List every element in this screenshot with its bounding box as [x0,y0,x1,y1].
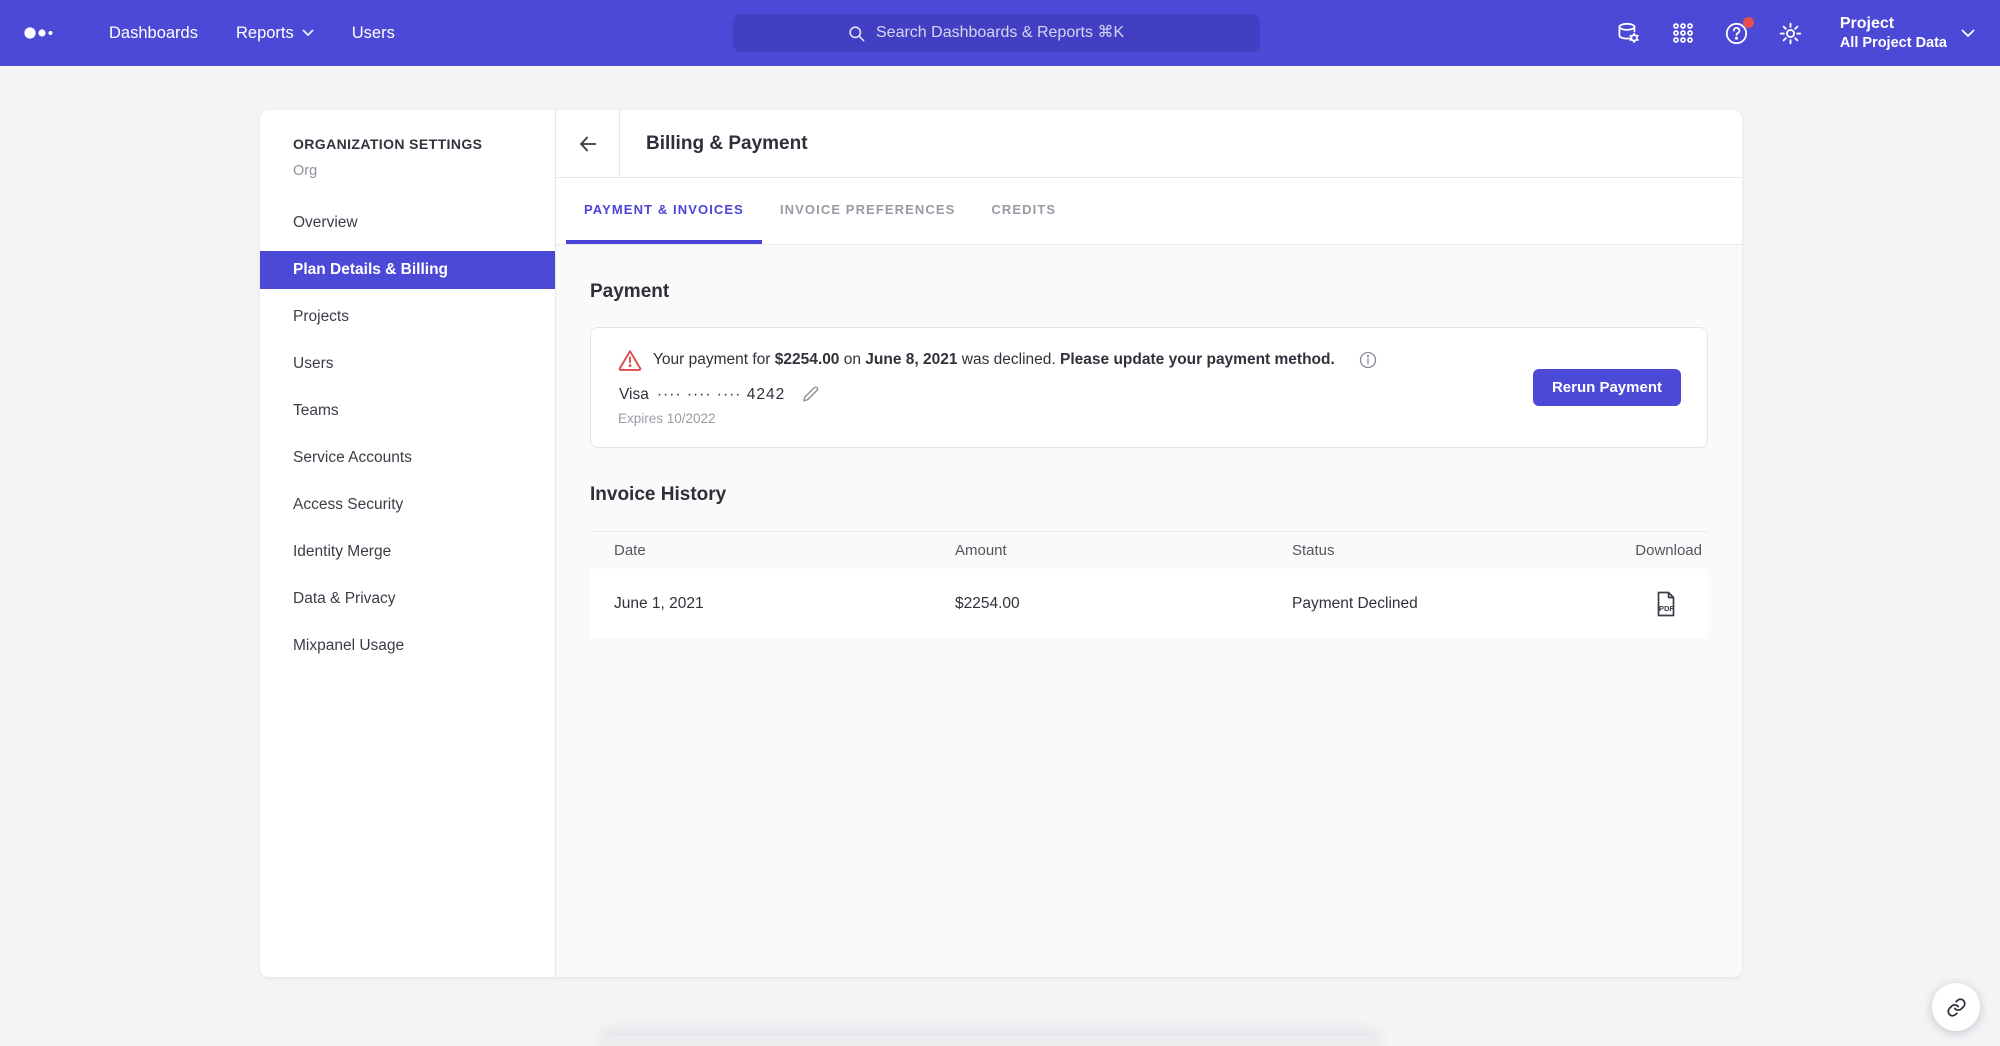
pencil-icon [801,385,820,404]
notification-dot [1743,17,1754,28]
nav-item-users[interactable]: Users [352,24,395,43]
info-icon [1358,350,1378,370]
svg-text:PDF: PDF [1659,604,1674,613]
alert-amount: $2254.00 [775,351,840,368]
arrow-left-icon [577,133,599,155]
sidebar-nav: Overview Plan Details & Billing Projects… [260,204,555,674]
database-gear-icon [1616,21,1641,46]
tab-payment-invoices[interactable]: PAYMENT & INVOICES [566,178,762,244]
sidebar-item-access-security[interactable]: Access Security [260,486,555,524]
navbar-left: Dashboards Reports Users [0,21,414,45]
search-input[interactable] [876,24,1146,42]
nav-item-reports-label: Reports [236,24,294,43]
mixpanel-logo-icon[interactable] [22,21,62,45]
page-title: Billing & Payment [646,133,808,155]
nav-item-dashboards[interactable]: Dashboards [109,24,198,43]
tab-invoice-preferences[interactable]: INVOICE PREFERENCES [762,178,973,244]
pdf-file-icon: PDF [1654,590,1678,618]
card-brand: Visa [619,386,649,404]
sidebar-item-overview[interactable]: Overview [260,204,555,242]
tab-credits[interactable]: CREDITS [973,178,1074,244]
nav-item-reports[interactable]: Reports [236,24,314,43]
invoice-date: June 1, 2021 [590,595,955,613]
chevron-down-icon [1961,29,1975,38]
alert-message: Your payment for $2254.00 on June 8, 202… [653,351,1335,369]
invoice-table-header: Date Amount Status Download [590,531,1708,569]
alert-cta-text: Please update your payment method. [1060,351,1335,368]
top-navbar: Dashboards Reports Users [0,0,2000,66]
sidebar-item-users[interactable]: Users [260,345,555,383]
sidebar-item-identity-merge[interactable]: Identity Merge [260,533,555,571]
billing-main: Billing & Payment PAYMENT & INVOICES INV… [556,110,1742,977]
alert-text-part: Your payment for [653,351,775,368]
alert-info-button[interactable] [1358,350,1378,370]
settings-button[interactable] [1778,20,1804,46]
sidebar-item-data-privacy[interactable]: Data & Privacy [260,580,555,618]
alert-text-part: on [839,351,865,368]
nav-item-dashboards-label: Dashboards [109,24,198,43]
bottom-sheet-shadow [600,1036,1380,1046]
global-search[interactable] [733,14,1260,52]
nav-item-users-label: Users [352,24,395,43]
link-icon [1946,997,1967,1018]
sidebar-item-service-accounts[interactable]: Service Accounts [260,439,555,477]
alert-text-part: was declined. [958,351,1061,368]
edit-payment-method-button[interactable] [801,385,820,404]
back-button[interactable] [556,110,620,177]
gear-icon [1778,21,1803,46]
column-header-date: Date [590,542,955,559]
navbar-right: Project All Project Data [1616,0,1975,66]
payment-method-row: Visa ···· ···· ···· 4242 [619,385,1681,404]
sidebar-item-teams[interactable]: Teams [260,392,555,430]
project-switcher[interactable]: Project All Project Data [1840,14,1975,52]
help-button[interactable] [1724,20,1750,46]
settings-card: ORGANIZATION SETTINGS Org Overview Plan … [260,110,1742,977]
download-pdf-button[interactable]: PDF [1654,590,1678,618]
invoice-history-title: Invoice History [590,484,1708,506]
sidebar-item-projects[interactable]: Projects [260,298,555,336]
warning-icon [618,349,642,371]
card-expiry: Expires 10/2022 [618,411,1681,426]
share-link-button[interactable] [1932,983,1980,1031]
project-switcher-text: Project All Project Data [1840,14,1947,52]
invoice-amount: $2254.00 [955,595,1292,613]
billing-tabs: PAYMENT & INVOICES INVOICE PREFERENCES C… [556,178,1742,245]
sidebar-item-mixpanel-usage[interactable]: Mixpanel Usage [260,627,555,665]
org-name: Org [293,163,555,179]
column-header-status: Status [1292,542,1633,559]
chevron-down-icon [302,29,314,37]
project-value: All Project Data [1840,34,1947,52]
page-header: Billing & Payment [556,110,1742,178]
payment-declined-card: Your payment for $2254.00 on June 8, 202… [590,327,1708,448]
sidebar-item-plan-details-billing[interactable]: Plan Details & Billing [260,251,555,289]
org-settings-sidebar: ORGANIZATION SETTINGS Org Overview Plan … [260,110,556,977]
invoice-status: Payment Declined [1292,595,1633,613]
sidebar-title: ORGANIZATION SETTINGS [293,136,555,152]
column-header-amount: Amount [955,542,1292,559]
data-management-button[interactable] [1616,20,1642,46]
payment-declined-alert: Your payment for $2254.00 on June 8, 202… [618,349,1681,371]
card-masked-number: ···· ···· ···· 4242 [657,386,785,404]
project-label: Project [1840,14,1947,34]
apps-grid-button[interactable] [1670,20,1696,46]
search-icon [847,24,866,43]
app-window: Dashboards Reports Users [0,0,2000,1046]
apps-grid-icon [1671,21,1695,45]
invoice-row: June 1, 2021 $2254.00 Payment Declined P… [590,569,1708,638]
column-header-download: Download [1633,542,1708,559]
rerun-payment-button[interactable]: Rerun Payment [1533,369,1681,406]
payment-section-title: Payment [590,281,1708,303]
invoice-table: Date Amount Status Download June 1, 2021… [590,531,1708,638]
alert-date: June 8, 2021 [865,351,957,368]
tab-content: Payment Your payment for $2254.00 on Jun… [556,245,1742,977]
